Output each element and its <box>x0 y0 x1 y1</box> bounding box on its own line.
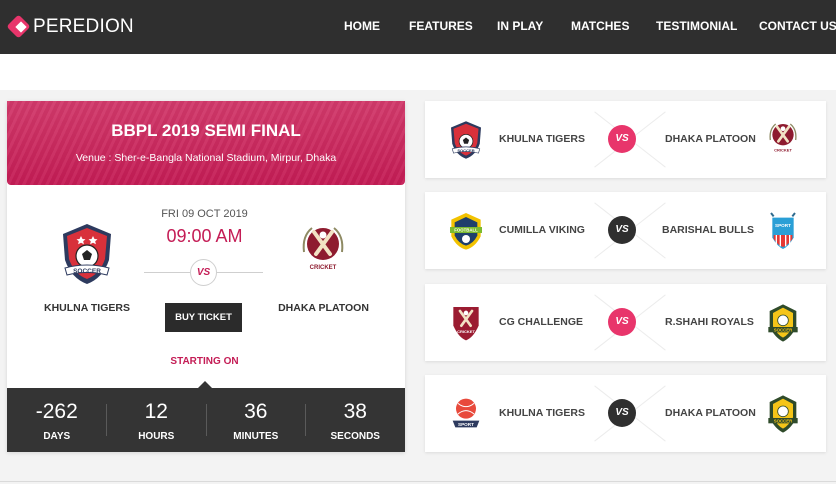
starting-on-label: STARTING ON <box>170 356 239 367</box>
match-home-team: KHULNA TIGERS <box>499 133 585 145</box>
soccer-shield-logo-icon: SOCCER <box>451 121 481 159</box>
vs-badge: VS <box>190 259 217 286</box>
nav-features[interactable]: FEATURES <box>409 19 473 33</box>
sport-ball-logo-icon: SPORT <box>452 398 480 428</box>
featured-match-card: BBPL 2019 SEMI FINAL Venue : Sher-e-Bang… <box>7 101 405 452</box>
match-away-team: DHAKA PLATOON <box>665 407 756 419</box>
cricket-club-logo-icon: CRICKET <box>453 307 479 341</box>
logo-word: SPORT <box>775 223 791 228</box>
match-away-team: BARISHAL BULLS <box>662 224 754 236</box>
logo-word: SPORT <box>458 422 474 427</box>
cricket-club-logo-icon: CRICKET <box>302 227 344 271</box>
logo-word: CRICKET <box>457 329 475 334</box>
logo-word: SOCCER <box>457 148 474 153</box>
match-home-team: KHULNA TIGERS <box>499 407 585 419</box>
match-vs-badge: VS <box>608 125 636 153</box>
countdown-timer: -262 DAYS 12 HOURS 36 MINUTES 38 SECONDS <box>7 388 405 452</box>
nav-in-play[interactable]: IN PLAY <box>497 19 543 33</box>
logo-word: SOCCER <box>774 327 793 332</box>
countdown-seconds: 38 SECONDS <box>330 400 380 442</box>
match-row-4[interactable]: SPORT KHULNA TIGERS VS DHAKA PLATOON SOC… <box>425 375 826 452</box>
featured-title: BBPL 2019 SEMI FINAL <box>111 121 301 140</box>
nav-matches[interactable]: MATCHES <box>571 19 629 33</box>
match-row-2[interactable]: FOOTBALL CUMILLA VIKING VS BARISHAL BULL… <box>425 192 826 269</box>
match-time: 09:00 AM <box>166 226 243 246</box>
away-team-name: DHAKA PLATOON <box>278 302 369 314</box>
countdown-hours: 12 HOURS <box>138 400 175 442</box>
sport-shield-logo-icon: SPORT <box>770 212 796 249</box>
nav-testimonial[interactable]: TESTIMONIAL <box>656 19 737 33</box>
match-vs-badge: VS <box>608 399 636 427</box>
match-vs-badge: VS <box>608 308 636 336</box>
buy-ticket-button[interactable]: BUY TICKET <box>165 303 242 332</box>
countdown-minutes: 36 MINUTES <box>233 400 279 442</box>
match-row-3[interactable]: CRICKET CG CHALLENGE VS R.SHAHI ROYALS S… <box>425 284 826 361</box>
nav-contact-us[interactable]: CONTACT US <box>759 19 836 33</box>
logo-word: CRICKET <box>774 147 792 152</box>
featured-hero-banner: BBPL 2019 SEMI FINAL Venue : Sher-e-Bang… <box>7 101 405 185</box>
brand-logo[interactable]: PEREDION <box>6 13 134 41</box>
brand-name: PEREDION <box>33 16 134 37</box>
countdown-days: -262 DAYS <box>35 400 78 442</box>
featured-venue: Venue : Sher-e-Bangla National Stadium, … <box>75 152 337 164</box>
logo-word: SOCCER <box>73 268 101 275</box>
soccer-shield-logo-icon: SOCCER <box>63 224 111 284</box>
match-home-team: CG CHALLENGE <box>499 316 583 328</box>
top-navbar: PEREDION HOME FEATURES IN PLAY MATCHES T… <box>0 0 836 54</box>
soccer-crest-logo-icon: SOCCER <box>768 395 798 433</box>
logo-word: FOOTBALL <box>454 228 478 233</box>
home-team-name: KHULNA TIGERS <box>44 302 130 314</box>
football-badge-logo-icon: FOOTBALL <box>450 213 482 250</box>
match-date: FRI 09 OCT 2019 <box>161 208 248 220</box>
match-vs-badge: VS <box>608 216 636 244</box>
header-band <box>0 54 836 90</box>
match-home-team: CUMILLA VIKING <box>499 224 585 236</box>
match-away-team: R.SHAHI ROYALS <box>665 316 754 328</box>
soccer-crest-logo-icon: SOCCER <box>768 304 798 342</box>
logo-word: CRICKET <box>310 265 337 271</box>
match-row-1[interactable]: SOCCER KHULNA TIGERS VS DHAKA PLATOON CR… <box>425 101 826 178</box>
nav-home[interactable]: HOME <box>344 19 380 33</box>
logo-word: SOCCER <box>774 418 793 423</box>
brand-mark-icon <box>6 14 31 39</box>
page-divider <box>0 481 836 482</box>
match-away-team: DHAKA PLATOON <box>665 133 756 145</box>
cricket-club-logo-icon: CRICKET <box>769 123 797 152</box>
